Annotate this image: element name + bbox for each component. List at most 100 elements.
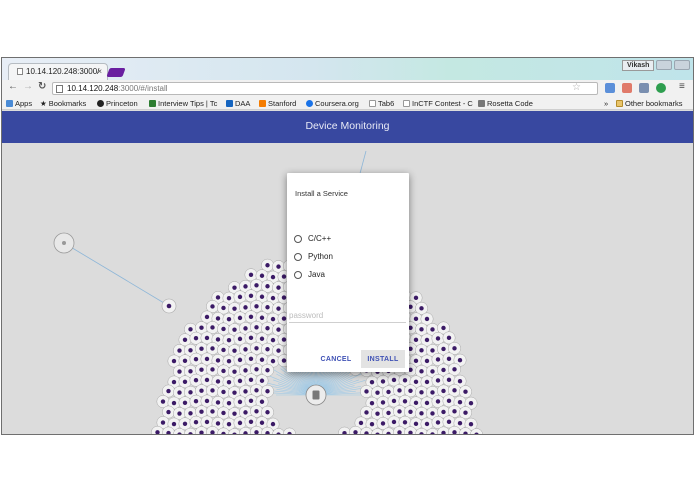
extension-icon[interactable] [605,83,615,93]
device-node-core [226,316,232,322]
device-node-core [430,411,435,416]
bookmarks-overflow-button[interactable]: » [604,99,608,108]
url-path: :3000/#/install [118,84,168,93]
device-node-core [259,315,265,320]
device-node-core [430,348,435,353]
extension-icon[interactable] [622,83,632,93]
device-node-core [413,421,419,427]
device-node-core [452,430,457,434]
device-node-core [281,295,287,300]
profile-badge[interactable]: Vikash [622,60,655,71]
device-node-core [265,305,270,310]
device-node-core [204,356,210,362]
device-node-core [369,379,375,385]
hub-device-icon [312,390,320,400]
device-node-core [199,325,204,330]
reload-icon[interactable]: ↻ [38,81,46,92]
device-node-core [237,315,243,321]
tab-close-icon[interactable]: × [97,67,102,76]
radio-button[interactable] [294,235,302,243]
device-node-core [237,399,243,405]
device-node-core [210,346,215,351]
forward-arrow-icon[interactable]: → [23,81,33,92]
device-node-core [188,327,193,332]
device-node-core [243,326,248,331]
extension-icon[interactable] [656,83,666,93]
device-node-core [446,377,452,383]
device-node-core [375,390,380,395]
install-button[interactable]: INSTALL [361,350,405,368]
cancel-button[interactable]: CANCEL [315,350,357,368]
new-tab-button[interactable] [106,68,126,77]
device-node-core [408,430,413,434]
device-node-core [254,388,259,393]
device-node-core [353,430,358,434]
device-node-core [468,400,474,406]
address-bar[interactable]: 10.14.120.248:3000/#/install ☆ [52,82,598,95]
device-node-core [243,284,248,289]
radio-button[interactable] [294,253,302,261]
bookmark-label: Stanford [268,99,297,108]
device-node-core [364,389,369,394]
device-node-core [199,367,204,372]
bookmark-item[interactable]: DAA [226,99,250,108]
device-node-core [210,409,215,414]
device-node-core [232,327,237,332]
device-node-core [254,409,259,414]
device-node-core [408,388,413,393]
radio-label: C/C++ [308,234,332,243]
device-node-core [204,419,210,425]
device-node-core [259,273,265,278]
bookmark-star-icon[interactable]: ☆ [572,82,581,93]
device-node-core [254,346,259,351]
device-node-core [204,377,210,383]
maximize-button[interactable] [674,60,690,70]
device-node-core [270,295,276,301]
device-node-core [248,356,254,362]
password-field[interactable] [289,309,406,323]
device-node-core [210,325,215,330]
bookmark-item[interactable]: Coursera.org [306,99,359,108]
device-node-core [215,316,221,321]
device-node-core [281,274,287,279]
device-node-core [457,378,463,384]
device-node-core [452,367,457,372]
bookmark-item[interactable]: Princeton [97,99,138,108]
device-node-core [281,316,287,321]
device-node-core [166,303,172,309]
device-node-core [446,356,452,362]
bookmark-item[interactable]: Tab6 [369,99,394,108]
menu-icon[interactable]: ≡ [679,81,685,92]
bookmark-label: Rosetta Code [487,99,533,108]
device-node-core [171,358,177,364]
device-node-core [446,398,452,404]
minimize-button[interactable] [656,60,672,70]
extension-icon[interactable] [639,83,649,93]
device-node-core [199,430,204,434]
device-node-core [232,411,237,416]
back-arrow-icon[interactable]: ← [8,81,18,92]
device-node-core [171,379,177,385]
bookmark-label: Bookmarks [48,99,87,108]
device-node-core [215,421,221,426]
device-node-core [463,410,468,415]
bookmark-item[interactable]: ★ Bookmarks [40,99,86,108]
device-node-core [435,420,441,425]
bookmark-item[interactable]: Apps [6,99,32,108]
device-node-core [402,420,408,425]
bookmark-item[interactable]: Other bookmarks [616,99,683,108]
browser-tab[interactable]: 10.14.120.248:3000/ × [8,63,108,80]
radio-button[interactable] [294,271,302,279]
bookmark-item[interactable]: Rosetta Code [478,99,533,108]
device-node-core [237,336,243,342]
bookmark-item[interactable]: Stanford [259,99,296,108]
bookmark-item[interactable]: InCTF Contest - C [403,99,473,108]
device-node-core [193,378,199,383]
device-node-core [441,346,446,352]
device-node-core [215,358,221,363]
device-node-core [221,347,226,353]
device-node-core [204,398,210,404]
bookmark-item[interactable]: Interview Tips | Tc [149,99,217,108]
device-node-core [441,409,446,415]
device-node-core [221,305,226,311]
